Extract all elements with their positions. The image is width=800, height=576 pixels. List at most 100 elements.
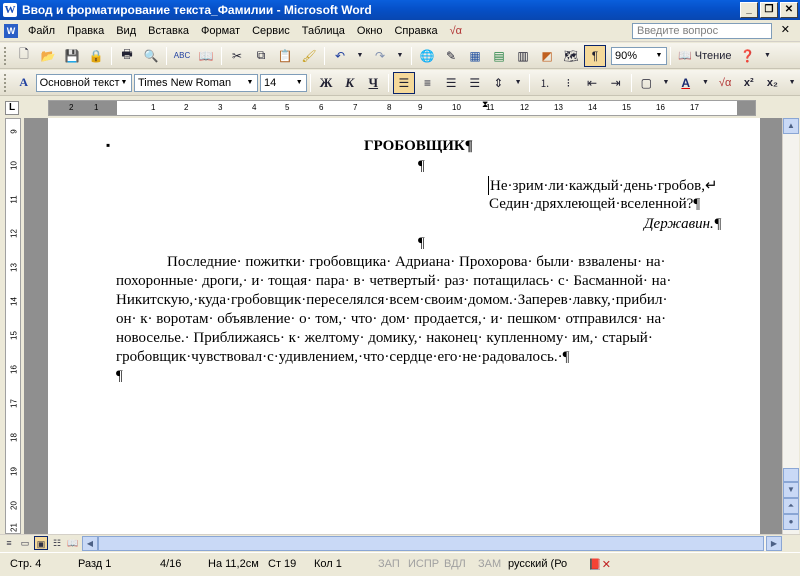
- font-select[interactable]: Times New Roman ▼: [134, 73, 258, 92]
- ruler-tick: 2: [69, 103, 74, 112]
- font-color-icon[interactable]: A: [675, 72, 697, 94]
- drawing-icon[interactable]: ◩: [536, 45, 558, 67]
- styles-formatting-icon[interactable]: A: [13, 72, 35, 94]
- columns-icon[interactable]: ▥: [512, 45, 534, 67]
- reading-view-icon[interactable]: 📖: [66, 536, 80, 550]
- status-record[interactable]: ЗАП: [378, 558, 400, 570]
- zoom-select[interactable]: 90% ▼: [611, 46, 667, 65]
- italic-button[interactable]: К: [339, 72, 361, 94]
- menu-tools[interactable]: Сервис: [246, 20, 296, 42]
- horizontal-scrollbar[interactable]: ◀ ▶: [82, 536, 782, 551]
- scroll-thumb[interactable]: [783, 468, 799, 482]
- vertical-ruler[interactable]: 9 10 11 12 13 14 15 16 17 18 19 20 21: [5, 118, 21, 534]
- tab-selector[interactable]: L: [5, 101, 19, 115]
- toolbar-options-icon[interactable]: ▼: [760, 45, 774, 67]
- insert-table-icon[interactable]: ▦: [464, 45, 486, 67]
- redo-dropdown-icon[interactable]: ▼: [393, 45, 407, 67]
- print-preview-icon[interactable]: 🔍: [140, 45, 162, 67]
- show-hide-pilcrow-icon[interactable]: ¶: [584, 44, 606, 67]
- open-folder-icon[interactable]: 📂: [37, 45, 59, 67]
- format-painter-icon[interactable]: 🖌: [298, 45, 320, 67]
- previous-page-icon[interactable]: ⏶: [783, 498, 799, 514]
- close-document-icon[interactable]: ✕: [781, 23, 790, 36]
- vertical-scrollbar[interactable]: ▲ ▼ ⏶ ●: [782, 118, 799, 534]
- menu-file[interactable]: Файл: [22, 20, 61, 42]
- restore-button[interactable]: ❐: [760, 2, 778, 18]
- document-page[interactable]: ▪ ГРОБОВЩИК¶ ¶ Не·зрим·ли·каждый·день·гр…: [48, 118, 760, 534]
- save-icon[interactable]: 💾: [61, 45, 83, 67]
- status-language[interactable]: русский (Ро: [508, 558, 567, 570]
- equation-icon[interactable]: √α: [714, 72, 736, 94]
- redo-icon[interactable]: ↷: [369, 45, 391, 67]
- help-icon[interactable]: ❓: [736, 45, 758, 67]
- borders-icon[interactable]: ▢: [636, 72, 658, 94]
- scroll-right-icon[interactable]: ▶: [766, 536, 782, 551]
- insert-excel-icon[interactable]: ▤: [488, 45, 510, 67]
- horizontal-ruler[interactable]: 2 1 1 2 3 4 5 6 7 8 9 10 11 12 13 14 15 …: [48, 99, 756, 116]
- align-center-icon[interactable]: ≡: [417, 72, 439, 94]
- hyperlink-icon[interactable]: 🌐: [416, 45, 438, 67]
- help-search-input[interactable]: Введите вопрос: [632, 23, 772, 39]
- status-extend[interactable]: ВДЛ: [444, 558, 466, 570]
- cut-icon[interactable]: ✂: [226, 45, 248, 67]
- new-document-icon[interactable]: 🗋: [13, 45, 35, 67]
- document-map-icon[interactable]: 🗺: [560, 45, 582, 67]
- underline-button[interactable]: Ч: [362, 72, 384, 94]
- status-track-changes[interactable]: ИСПР: [408, 558, 439, 570]
- menu-format[interactable]: Формат: [195, 20, 246, 42]
- reading-layout-button[interactable]: 📖 Чтение: [675, 45, 734, 67]
- tables-borders-icon[interactable]: ✎: [440, 45, 462, 67]
- superscript-icon[interactable]: x²: [738, 72, 760, 94]
- document-area[interactable]: ▪ ГРОБОВЩИК¶ ¶ Не·зрим·ли·каждый·день·гр…: [24, 118, 782, 534]
- menu-table[interactable]: Таблица: [296, 20, 351, 42]
- undo-dropdown-icon[interactable]: ▼: [353, 45, 367, 67]
- research-icon[interactable]: 📖: [195, 45, 217, 67]
- toolbar-options-icon[interactable]: ▼: [785, 72, 799, 94]
- borders-dropdown-icon[interactable]: ▼: [659, 72, 673, 94]
- browse-object-icon[interactable]: ●: [783, 514, 799, 530]
- decrease-indent-icon[interactable]: ⇤: [581, 72, 603, 94]
- spelling-status-icon[interactable]: 📕✕: [588, 558, 611, 571]
- menu-help[interactable]: Справка: [388, 20, 443, 42]
- bullets-icon[interactable]: ⁝: [558, 72, 580, 94]
- status-overtype[interactable]: ЗАМ: [478, 558, 501, 570]
- indent-marker-icon[interactable]: ⧗: [482, 99, 488, 110]
- menu-insert[interactable]: Вставка: [142, 20, 195, 42]
- copy-icon[interactable]: ⧉: [250, 45, 272, 67]
- line-spacing-icon[interactable]: ⇕: [488, 72, 510, 94]
- menu-window[interactable]: Окно: [351, 20, 389, 42]
- document-menu-icon[interactable]: W: [4, 23, 18, 38]
- bold-button[interactable]: Ж: [315, 72, 337, 94]
- style-select[interactable]: Основной текст ▼: [35, 73, 132, 92]
- web-layout-icon[interactable]: ▭: [18, 536, 32, 550]
- normal-view-icon[interactable]: ≡: [2, 536, 16, 550]
- minimize-button[interactable]: _: [740, 2, 758, 18]
- scroll-thumb[interactable]: [98, 536, 764, 551]
- font-size-select[interactable]: 14 ▼: [259, 73, 308, 92]
- spelling-icon[interactable]: ABC: [171, 45, 193, 67]
- scroll-left-icon[interactable]: ◀: [82, 536, 98, 551]
- justify-icon[interactable]: ☰: [464, 72, 486, 94]
- numbering-icon[interactable]: ⒈: [534, 72, 556, 94]
- close-button[interactable]: ✕: [780, 2, 798, 18]
- print-icon[interactable]: 🖶: [116, 45, 138, 67]
- menu-view[interactable]: Вид: [110, 20, 142, 42]
- print-layout-icon[interactable]: ▣: [34, 536, 48, 550]
- undo-icon[interactable]: ↶: [329, 45, 351, 67]
- paste-icon[interactable]: 📋: [274, 45, 296, 67]
- menu-edit[interactable]: Правка: [61, 20, 110, 42]
- permission-icon[interactable]: 🔒: [85, 45, 107, 67]
- scroll-up-icon[interactable]: ▲: [783, 118, 799, 134]
- increase-indent-icon[interactable]: ⇥: [605, 72, 627, 94]
- word-app-icon[interactable]: W: [3, 3, 17, 17]
- subscript-icon[interactable]: x₂: [762, 72, 784, 94]
- font-color-dropdown-icon[interactable]: ▼: [699, 72, 713, 94]
- align-right-icon[interactable]: ☰: [440, 72, 462, 94]
- outline-view-icon[interactable]: ☷: [50, 536, 64, 550]
- toolbar-grip[interactable]: [4, 73, 9, 92]
- line-spacing-dropdown-icon[interactable]: ▼: [511, 72, 525, 94]
- scroll-down-icon[interactable]: ▼: [783, 482, 799, 498]
- align-left-icon[interactable]: ☰: [393, 71, 415, 94]
- toolbar-grip[interactable]: [4, 46, 9, 65]
- equation-icon[interactable]: √α: [444, 20, 468, 42]
